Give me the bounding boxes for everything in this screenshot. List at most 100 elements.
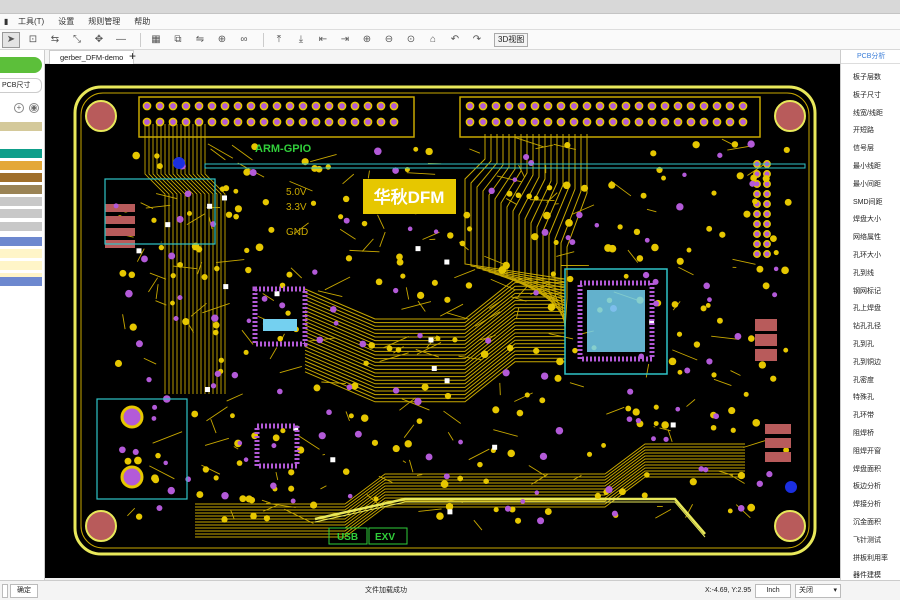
home-icon[interactable]: ⌂ [424, 32, 442, 48]
layer-color-swatch[interactable] [0, 261, 42, 270]
analysis-item[interactable]: 焊盘面积 [853, 462, 881, 478]
pad [187, 210, 192, 216]
pan-icon[interactable]: ✥ [90, 32, 108, 48]
layer-color-swatch[interactable] [0, 122, 42, 131]
via [504, 505, 511, 512]
pad [196, 491, 204, 499]
header-pad [543, 117, 553, 127]
analysis-item[interactable]: 飞针测试 [853, 533, 881, 549]
analysis-item[interactable]: 孔到孔 [853, 337, 874, 353]
measure-icon[interactable]: ⇆ [46, 32, 64, 48]
analysis-item[interactable]: 钢网标记 [853, 284, 881, 300]
analysis-item[interactable]: 孔环大小 [853, 248, 881, 264]
pad [531, 233, 539, 241]
analysis-item[interactable]: 网络属性 [853, 230, 881, 246]
board-size-field[interactable]: PCB尺寸 [0, 78, 42, 93]
layer-color-swatch[interactable] [0, 185, 42, 194]
analysis-item[interactable]: 焊接分析 [853, 497, 881, 513]
analysis-item[interactable]: 钻孔孔径 [853, 319, 881, 335]
zoom-in-icon[interactable]: ⊕ [358, 32, 376, 48]
line-icon[interactable]: — [112, 32, 130, 48]
select-arrow-icon[interactable]: ➤ [2, 31, 20, 48]
layer-color-swatch[interactable] [0, 249, 42, 258]
analysis-item[interactable]: 器件建模 [853, 568, 881, 580]
pcb-board-view[interactable]: 华秋DFM ARM-GPIO 5.0V 3.3V GND USB EXV [45, 64, 840, 578]
layer-color-swatch[interactable] [0, 277, 42, 286]
analysis-item[interactable]: 孔到线 [853, 266, 874, 282]
analysis-item[interactable]: 沉金面积 [853, 515, 881, 531]
component-pad [444, 259, 450, 265]
analysis-item[interactable]: 板子尺寸 [853, 88, 881, 104]
menu-file[interactable]: ▮ [4, 17, 10, 26]
layer-color-swatch[interactable] [0, 197, 42, 206]
move-icon[interactable]: ⤡ [68, 32, 86, 48]
analysis-item[interactable]: 孔上焊盘 [853, 301, 881, 317]
analysis-item[interactable]: 焊盘大小 [853, 212, 881, 228]
redo-icon[interactable]: ↷ [468, 32, 486, 48]
menu-rules[interactable]: 规则管理 [88, 16, 120, 27]
add-tab-icon[interactable]: + [129, 50, 136, 63]
trace [320, 485, 327, 490]
pcb-canvas[interactable]: 华秋DFM ARM-GPIO 5.0V 3.3V GND USB EXV [45, 64, 840, 578]
analysis-item[interactable]: 特殊孔 [853, 390, 874, 406]
menu-settings[interactable]: 设置 [58, 16, 74, 27]
analysis-item[interactable]: 信号层 [853, 141, 874, 157]
menu-help[interactable]: 帮助 [134, 16, 150, 27]
analysis-item[interactable]: 阻焊开窗 [853, 444, 881, 460]
analysis-item[interactable]: 板边分析 [853, 479, 881, 495]
mode-select[interactable]: 关闭 ▾ [795, 584, 841, 598]
analysis-item[interactable]: 最小线距 [853, 159, 881, 175]
zoom-out-icon[interactable]: ⊖ [380, 32, 398, 48]
align-bottom-icon[interactable]: ⤓ [292, 32, 310, 48]
header-pad [259, 101, 269, 111]
grid-icon[interactable]: ▦ [147, 32, 165, 48]
visibility-icon[interactable]: ◉ [29, 103, 39, 113]
analysis-item[interactable]: 孔密度 [853, 373, 874, 389]
component-pad [428, 337, 434, 343]
pad [436, 512, 444, 520]
align-right-icon[interactable]: ⇥ [336, 32, 354, 48]
analysis-item[interactable]: 孔环带 [853, 408, 874, 424]
pad [135, 513, 143, 520]
analysis-item[interactable]: 开短路 [853, 123, 874, 139]
add-layer-icon[interactable]: + [14, 103, 24, 113]
analysis-item[interactable]: 板子层数 [853, 70, 881, 86]
layer-color-swatch[interactable] [0, 209, 42, 218]
confirm-button[interactable]: 确定 [10, 584, 38, 598]
layers-icon[interactable]: ⧉ [169, 32, 187, 48]
pad [748, 335, 755, 342]
binoculars-icon[interactable]: ∞ [235, 32, 253, 48]
layer-color-swatch[interactable] [0, 222, 42, 231]
layer-color-swatch[interactable] [0, 173, 42, 182]
analysis-item[interactable]: 线宽/线距 [853, 106, 883, 122]
pad [416, 291, 425, 300]
trace [379, 352, 409, 362]
view-3d-button[interactable]: 3D视图 [494, 32, 529, 47]
analysis-item[interactable]: 阻焊桥 [853, 426, 874, 442]
mirror-icon[interactable]: ⇋ [191, 32, 209, 48]
layer-color-swatch[interactable] [0, 149, 42, 158]
zoom-box-icon[interactable]: ⊡ [24, 32, 42, 48]
align-left-icon[interactable]: ⇤ [314, 32, 332, 48]
menu-tools[interactable]: 工具(T) [18, 16, 44, 27]
layer-color-swatch[interactable] [0, 161, 42, 170]
pad [440, 480, 449, 488]
pad [608, 181, 616, 189]
pad [213, 475, 219, 481]
layer-color-swatch[interactable] [0, 237, 42, 246]
zoom-in-icon[interactable]: ⊕ [213, 32, 231, 48]
analysis-item[interactable]: 拼板利用率 [853, 551, 888, 567]
align-top-icon[interactable]: ⤒ [270, 32, 288, 48]
pad [248, 496, 256, 504]
layer-color-swatch[interactable] [0, 136, 42, 145]
status-toggle[interactable] [2, 584, 8, 598]
analysis-item[interactable]: SMD间距 [853, 195, 883, 211]
undo-icon[interactable]: ↶ [446, 32, 464, 48]
zoom-fit-icon[interactable]: ⊙ [402, 32, 420, 48]
unit-select[interactable]: Inch [755, 584, 791, 598]
pad [413, 146, 419, 152]
analyze-button[interactable] [0, 57, 42, 73]
analysis-item[interactable]: 最小间距 [853, 177, 881, 193]
document-tab[interactable]: gerber_DFM-demo [49, 50, 135, 64]
analysis-item[interactable]: 孔到铜边 [853, 355, 881, 371]
